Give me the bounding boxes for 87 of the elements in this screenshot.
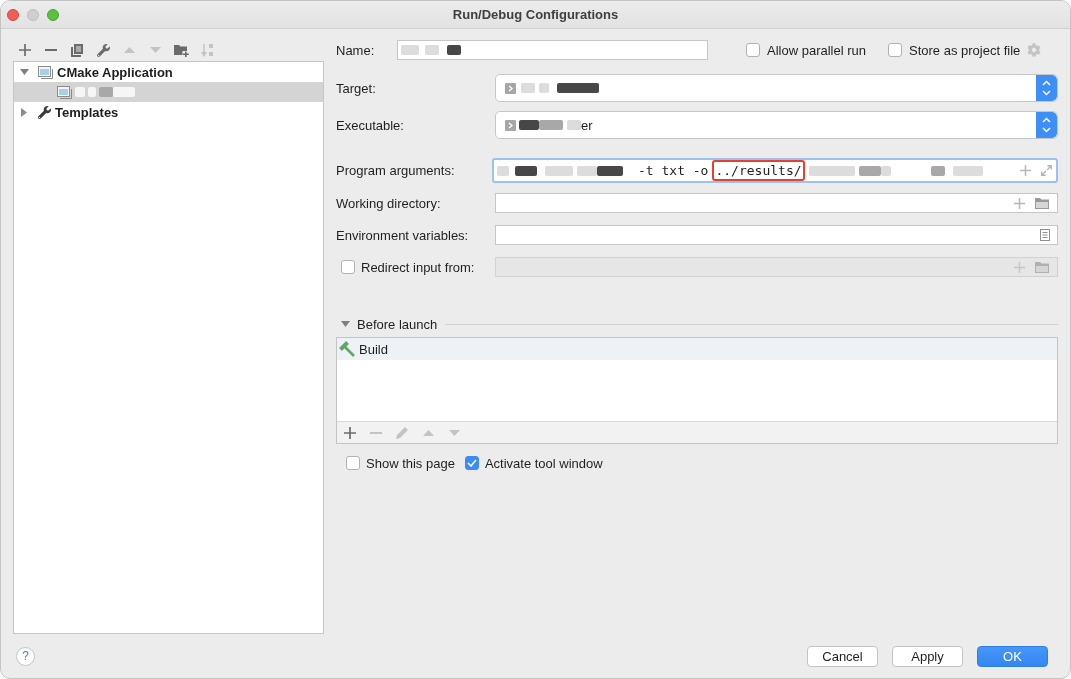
document-icon[interactable] [1040, 229, 1050, 241]
down-triangle-icon [448, 429, 460, 436]
minus-icon [370, 431, 382, 434]
plus-icon[interactable] [1014, 261, 1025, 273]
working-directory-field[interactable] [495, 193, 1058, 213]
tree-item[interactable]: CMake Application [14, 62, 323, 82]
folder-plus-icon [173, 43, 189, 57]
window-icon [57, 85, 72, 99]
window-icon [38, 65, 53, 79]
run-icon [505, 82, 516, 94]
updown-chevron-icon[interactable] [1036, 75, 1057, 101]
field-label: Working directory: [336, 195, 442, 211]
redaction-mark [515, 165, 537, 176]
redaction-mark [577, 165, 597, 176]
window-title: Run/Debug Configurations [452, 7, 619, 22]
redaction-mark [952, 165, 983, 176]
section-title: Before launch [357, 316, 438, 332]
environment-variables-field[interactable] [495, 225, 1058, 245]
plus-icon [19, 44, 31, 56]
highlighted-text: ../results/ [712, 160, 805, 181]
field-label: Target: [336, 80, 377, 96]
field-label: Program arguments: [336, 163, 456, 178]
plus-icon [344, 426, 356, 439]
redaction-mark [447, 45, 461, 55]
checkbox-label: Redirect input from: [361, 259, 475, 275]
minus-icon [45, 49, 57, 51]
wrench-icon [96, 43, 110, 57]
redirect-input-field[interactable] [495, 257, 1058, 277]
redaction-mark [545, 165, 573, 176]
target-dropdown[interactable] [495, 74, 1058, 102]
checkbox-label: Show this page [366, 455, 455, 471]
apply-button[interactable]: Apply [892, 645, 963, 667]
folder-icon[interactable] [1035, 197, 1050, 209]
redaction-mark [497, 165, 509, 176]
down-triangle-icon [149, 47, 161, 53]
checkbox[interactable] [341, 260, 355, 274]
redaction-mark [930, 165, 945, 176]
close-button[interactable] [7, 8, 19, 21]
redaction-mark [567, 120, 581, 130]
updown-chevron-icon[interactable] [1036, 112, 1057, 138]
tree-item[interactable]: Templates [14, 102, 323, 122]
help-button[interactable]: ? [16, 646, 35, 666]
zoom-button[interactable] [47, 8, 59, 21]
field-label: Executable: [336, 117, 405, 133]
plus-icon[interactable] [1014, 197, 1025, 209]
argument-text: -t txt -o [638, 163, 709, 178]
tree-item[interactable] [14, 82, 323, 102]
executable-dropdown[interactable]: er [495, 111, 1058, 139]
redaction-mark [425, 45, 439, 55]
checkbox[interactable] [346, 456, 360, 470]
wrench-icon [38, 105, 51, 119]
folder-icon[interactable] [1035, 261, 1050, 273]
hammer-icon [339, 341, 355, 357]
expand-arrow-icon[interactable] [19, 69, 29, 75]
sort-icon [201, 43, 213, 57]
settings-icon[interactable] [1027, 43, 1042, 57]
collapse-arrow-icon[interactable] [21, 107, 27, 117]
field-label: Environment variables: [336, 227, 470, 243]
checkbox[interactable] [888, 43, 902, 57]
redaction-mark [557, 83, 599, 93]
redaction-mark [519, 120, 539, 130]
run-icon [505, 119, 516, 131]
field-value: er [581, 117, 593, 133]
redaction-mark [539, 120, 563, 130]
redaction-mark [808, 165, 855, 176]
up-triangle-icon [123, 47, 135, 53]
cancel-button[interactable]: Cancel [807, 645, 878, 667]
checkbox-label: Activate tool window [484, 455, 603, 471]
expand-arrow-icon[interactable] [341, 321, 350, 327]
name-field[interactable] [397, 40, 708, 60]
expand-icon[interactable] [1041, 165, 1052, 176]
task-item[interactable]: Build [337, 338, 1057, 360]
checkbox-label: Store as project file [909, 42, 1021, 58]
plus-icon[interactable] [1020, 165, 1031, 176]
program-arguments-field[interactable]: -t txt -o ../results/ [492, 158, 1058, 183]
redaction-mark [539, 83, 549, 93]
checkmark-icon [466, 459, 477, 467]
redaction-mark [597, 165, 623, 176]
checkbox-label: Allow parallel run [767, 42, 866, 58]
pencil-icon [395, 426, 409, 439]
copy-icon [71, 43, 83, 57]
redaction-mark [521, 83, 535, 93]
up-triangle-icon [422, 429, 434, 436]
field-label: Name: [336, 42, 376, 58]
checkbox[interactable] [746, 43, 760, 57]
redaction-mark [401, 45, 419, 55]
checkbox[interactable] [464, 456, 479, 470]
